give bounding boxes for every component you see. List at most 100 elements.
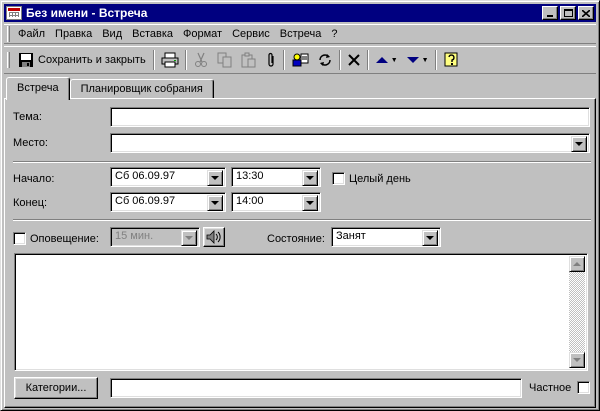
close-icon [582, 9, 590, 17]
menu-appointment[interactable]: Встреча [275, 28, 327, 40]
start-date-combo[interactable]: Сб 06.09.97 [110, 167, 226, 187]
toolbar-separator [152, 50, 155, 70]
cut-button[interactable] [190, 49, 212, 71]
previous-item-button[interactable]: ▼ [372, 49, 401, 71]
divider [13, 219, 591, 221]
chevron-down-icon [306, 201, 314, 205]
toolbar: Сохранить и закрыть ▼ ▼ [4, 46, 596, 74]
calendar-icon[interactable] [6, 6, 22, 20]
copy-button[interactable] [214, 49, 236, 71]
paste-button[interactable] [238, 49, 260, 71]
subject-label: Тема: [13, 111, 42, 123]
chevron-down-icon [426, 236, 434, 240]
start-time-combo[interactable]: 13:30 [231, 167, 321, 187]
maximize-icon [563, 9, 573, 17]
save-close-button[interactable]: Сохранить и закрыть [14, 49, 150, 71]
delete-button[interactable] [344, 49, 364, 71]
window-title: Без имени - Встреча [26, 6, 148, 20]
arrow-up-icon [375, 57, 388, 63]
delete-icon [347, 54, 360, 66]
location-dropdown-button[interactable] [571, 136, 587, 152]
location-label: Место: [13, 137, 48, 149]
end-time-dropdown-button[interactable] [302, 195, 318, 211]
end-date-dropdown-button[interactable] [207, 195, 223, 211]
toolbar-separator [282, 50, 285, 70]
menu-help[interactable]: ? [326, 28, 342, 40]
status-value: Занят [336, 230, 366, 242]
recurrence-button[interactable] [314, 49, 336, 71]
subject-input[interactable] [110, 107, 590, 127]
reminder-checkbox[interactable] [13, 232, 26, 245]
printer-icon [161, 52, 179, 68]
reminder-time-combo[interactable]: 15 мин. [110, 227, 200, 247]
next-item-button[interactable]: ▼ [403, 49, 432, 71]
close-button[interactable] [578, 6, 594, 20]
categories-input[interactable] [110, 378, 522, 398]
speaker-icon [206, 230, 221, 244]
floppy-disk-icon [19, 53, 33, 67]
tab-appointment[interactable]: Встреча [6, 77, 70, 100]
scroll-down-button[interactable] [569, 352, 585, 368]
chevron-down-icon [211, 176, 219, 180]
print-button[interactable] [158, 49, 182, 71]
private-label[interactable]: Частное [529, 382, 571, 394]
toolbar-separator [434, 50, 437, 70]
start-time-value: 13:30 [236, 170, 264, 182]
help-button[interactable] [440, 49, 464, 71]
reminder-time-value: 15 мин. [115, 230, 154, 242]
all-day-checkbox[interactable] [332, 172, 345, 185]
toolbar-separator [184, 50, 187, 70]
help-icon [444, 52, 458, 67]
chevron-down-icon[interactable]: ▼ [422, 57, 429, 64]
location-combo[interactable] [110, 133, 590, 153]
maximize-button[interactable] [560, 6, 576, 20]
arrow-down-icon [573, 358, 581, 362]
status-label: Состояние: [267, 233, 325, 245]
notes-textarea[interactable] [14, 253, 588, 371]
invite-attendees-button[interactable] [288, 49, 312, 71]
arrow-down-icon [406, 57, 419, 63]
private-checkbox[interactable] [577, 381, 590, 394]
attach-button[interactable] [262, 49, 280, 71]
scissors-icon [194, 52, 207, 67]
menu-tools[interactable]: Сервис [227, 28, 275, 40]
scroll-up-button[interactable] [569, 256, 585, 272]
menu-edit[interactable]: Правка [50, 28, 97, 40]
chevron-down-icon[interactable]: ▼ [391, 57, 398, 64]
recurrence-icon [318, 54, 331, 66]
chevron-down-icon [185, 236, 193, 240]
divider [13, 161, 591, 163]
appointment-panel: Тема: Место: Начало: Сб 06.09.97 13:30 Ц… [4, 98, 596, 408]
reminder-label[interactable]: Оповещение: [30, 233, 99, 245]
minimize-button[interactable] [542, 6, 558, 20]
menu-insert[interactable]: Вставка [127, 28, 178, 40]
chevron-down-icon [211, 201, 219, 205]
menu-view[interactable]: Вид [97, 28, 127, 40]
save-close-label: Сохранить и закрыть [38, 54, 146, 66]
tab-meeting-planner[interactable]: Планировщик собрания [69, 79, 214, 99]
end-date-value: Сб 06.09.97 [115, 195, 176, 207]
paste-icon [241, 52, 256, 68]
minimize-icon [547, 15, 553, 17]
start-label: Начало: [13, 173, 55, 185]
menu-file[interactable]: Файл [13, 28, 50, 40]
end-time-combo[interactable]: 14:00 [231, 192, 321, 212]
end-date-combo[interactable]: Сб 06.09.97 [110, 192, 226, 212]
title-bar[interactable]: Без имени - Встреча [4, 4, 596, 22]
start-date-dropdown-button[interactable] [207, 170, 223, 186]
categories-button[interactable]: Категории... [14, 377, 98, 399]
arrow-up-icon [573, 262, 581, 266]
end-time-value: 14:00 [236, 195, 264, 207]
menu-grip[interactable] [7, 26, 10, 42]
reminder-sound-button[interactable] [203, 227, 225, 247]
reminder-dropdown-button[interactable] [181, 230, 197, 246]
toolbar-grip[interactable] [7, 52, 10, 68]
menu-bar: Файл Правка Вид Вставка Формат Сервис Вс… [4, 24, 596, 44]
all-day-label[interactable]: Целый день [349, 173, 411, 185]
copy-icon [217, 52, 232, 68]
notes-scrollbar[interactable] [569, 256, 585, 368]
status-combo[interactable]: Занят [331, 227, 441, 247]
start-time-dropdown-button[interactable] [302, 170, 318, 186]
menu-format[interactable]: Формат [178, 28, 227, 40]
status-dropdown-button[interactable] [422, 230, 438, 246]
